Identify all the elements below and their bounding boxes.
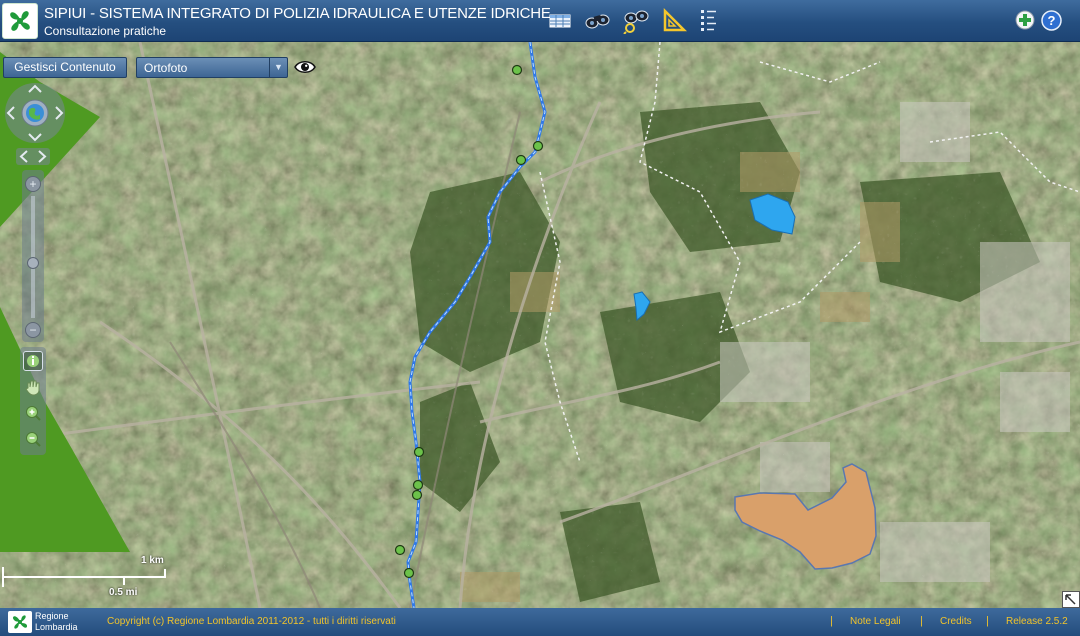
- region-name: Lombardia: [35, 622, 78, 632]
- info-tool-icon[interactable]: [23, 351, 43, 371]
- list-icon[interactable]: [696, 6, 724, 34]
- add-icon[interactable]: [1015, 10, 1035, 30]
- legal-notes-link[interactable]: Note Legali: [850, 616, 901, 627]
- zoom-out-tool-icon[interactable]: [23, 429, 43, 449]
- footer-separator: |: [830, 615, 833, 627]
- history-navigation[interactable]: [16, 148, 50, 165]
- scale-km-label: 1 km: [141, 555, 164, 566]
- hand-pan-icon[interactable]: [23, 377, 43, 397]
- zoom-in-tool-icon[interactable]: [23, 403, 43, 423]
- base-layer-select-value: Ortofoto: [144, 61, 188, 75]
- zoom-bar[interactable]: + −: [22, 170, 44, 342]
- scale-mi-label: 0.5 mi: [109, 587, 138, 598]
- scale-bar-tick: [123, 576, 125, 585]
- help-icon[interactable]: ?: [1041, 10, 1062, 31]
- copyright-text: Copyright (c) Regione Lombardia 2011-201…: [107, 616, 396, 627]
- zoom-in-button[interactable]: +: [25, 176, 41, 192]
- base-layer-select[interactable]: Ortofoto ▼: [136, 57, 288, 78]
- overview-map-toggle[interactable]: [1062, 591, 1080, 608]
- app-title: SIPIUI - SISTEMA INTEGRATO DI POLIZIA ID…: [44, 5, 551, 22]
- map-viewport[interactable]: Gestisci Contenuto Ortofoto ▼ + − 1 km 0…: [0, 42, 1080, 608]
- orthophoto-map: [0, 42, 1080, 608]
- region-name: Regione: [35, 611, 69, 621]
- scale-bar: [2, 576, 166, 578]
- binoculars-search-icon[interactable]: [621, 6, 649, 34]
- credits-link[interactable]: Credits: [940, 616, 972, 627]
- app-footer: Regione Lombardia Copyright (c) Regione …: [0, 608, 1080, 636]
- app-subtitle: Consultazione pratiche: [44, 24, 167, 38]
- map-tool-panel: [20, 347, 46, 455]
- ruler-icon[interactable]: [660, 6, 688, 34]
- app-header: SIPIUI - SISTEMA INTEGRATO DI POLIZIA ID…: [0, 0, 1080, 42]
- manage-content-button[interactable]: Gestisci Contenuto: [3, 57, 127, 78]
- app-logo: [2, 3, 38, 39]
- region-logo: [8, 611, 32, 633]
- pan-control[interactable]: [4, 82, 66, 144]
- zoom-slider-handle[interactable]: [27, 256, 39, 269]
- footer-separator: |: [920, 615, 923, 627]
- svg-text:?: ?: [1048, 13, 1056, 28]
- clover-logo-icon: [12, 615, 28, 629]
- eye-icon[interactable]: [294, 58, 316, 76]
- table-icon[interactable]: [546, 6, 574, 34]
- zoom-out-button[interactable]: −: [25, 322, 41, 338]
- footer-separator: |: [986, 615, 989, 627]
- release-version: Release 2.5.2: [1006, 616, 1068, 627]
- clover-logo-icon: [10, 11, 30, 31]
- scale-bar-tick: [164, 569, 166, 578]
- chevron-down-icon: ▼: [269, 58, 287, 77]
- binoculars-icon[interactable]: [583, 6, 611, 34]
